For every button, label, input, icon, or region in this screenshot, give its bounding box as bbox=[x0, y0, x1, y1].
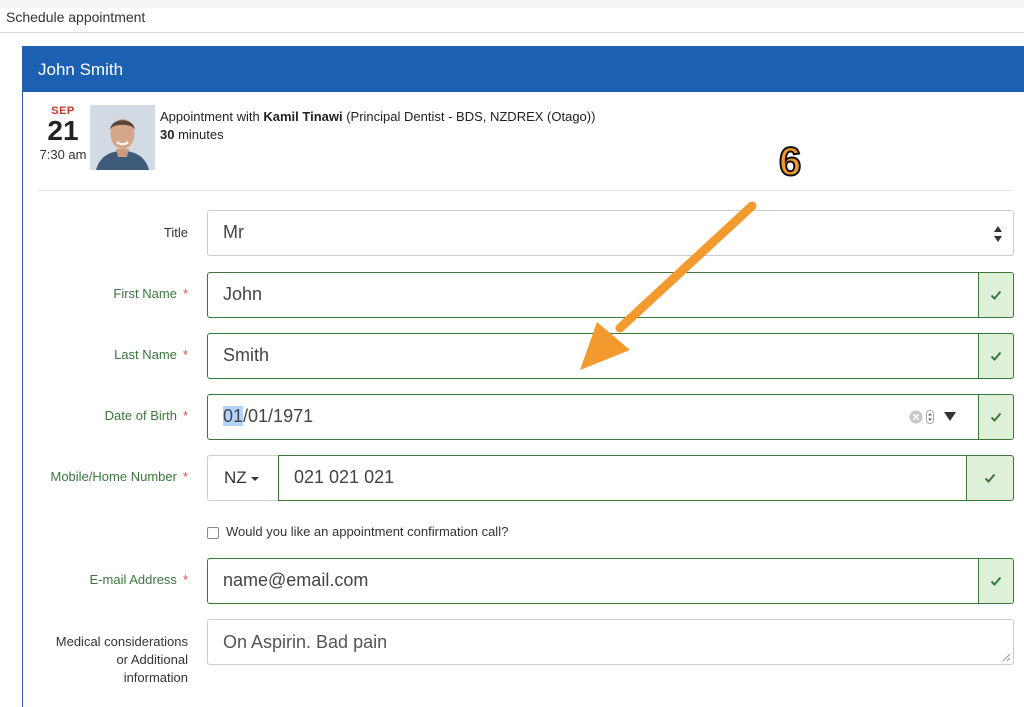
medical-value: On Aspirin. Bad pain bbox=[223, 632, 388, 652]
avatar-portrait-icon bbox=[90, 105, 155, 170]
confirmation-call-checkbox[interactable] bbox=[207, 527, 219, 539]
appointment-details: Appointment with Kamil Tinawi (Principal… bbox=[160, 108, 595, 144]
annotation-number: 6 bbox=[778, 139, 802, 185]
first-name-value: John bbox=[223, 284, 263, 304]
dob-valid bbox=[978, 394, 1014, 440]
country-code: NZ bbox=[224, 468, 247, 487]
date-time: 7:30 am bbox=[39, 147, 87, 162]
dentist-avatar bbox=[90, 105, 155, 170]
country-code-dropdown[interactable]: NZ bbox=[207, 455, 279, 501]
select-arrows-icon bbox=[994, 226, 1002, 242]
appointment-prefix: Appointment with bbox=[160, 109, 260, 124]
title-value: Mr bbox=[223, 222, 244, 242]
first-name-input[interactable]: John bbox=[207, 272, 979, 318]
email-label: E-mail Address * bbox=[89, 572, 188, 587]
dob-rest: /01/1971 bbox=[243, 406, 314, 426]
duration-value: 30 bbox=[160, 127, 175, 142]
dentist-name: Kamil Tinawi bbox=[263, 109, 343, 124]
title-label: Title bbox=[163, 225, 188, 240]
mobile-valid bbox=[966, 455, 1014, 501]
panel-title: John Smith bbox=[23, 47, 1024, 92]
last-name-value: Smith bbox=[223, 345, 270, 365]
duration-unit: minutes bbox=[178, 127, 224, 142]
resize-handle-icon[interactable] bbox=[1002, 653, 1011, 662]
medical-textarea[interactable]: On Aspirin. Bad pain bbox=[207, 619, 1014, 665]
clear-icon[interactable] bbox=[909, 410, 923, 424]
top-strip bbox=[0, 0, 1024, 8]
spinner-icon[interactable] bbox=[926, 410, 934, 424]
check-icon bbox=[990, 290, 1002, 300]
confirmation-call-label[interactable]: Would you like an appointment confirmati… bbox=[226, 524, 508, 539]
dob-day-segment[interactable]: 01 bbox=[223, 406, 244, 426]
check-icon bbox=[990, 351, 1002, 361]
divider bbox=[38, 190, 1013, 191]
title-select[interactable]: Mr bbox=[207, 210, 1014, 256]
email-valid bbox=[978, 558, 1014, 604]
last-name-label: Last Name * bbox=[114, 347, 188, 362]
email-input[interactable]: name@email.com bbox=[207, 558, 979, 604]
top-bar: Schedule appointment bbox=[0, 0, 1024, 33]
email-value: name@email.com bbox=[223, 570, 369, 590]
caret-down-icon bbox=[250, 476, 259, 481]
mobile-label: Mobile/Home Number * bbox=[50, 469, 189, 484]
dob-label: Date of Birth * bbox=[104, 408, 188, 423]
first-name-label: First Name * bbox=[113, 286, 188, 301]
dob-input[interactable]: 01/01/1971 bbox=[207, 394, 979, 440]
check-icon bbox=[990, 576, 1002, 586]
dropdown-triangle-icon[interactable] bbox=[943, 411, 957, 422]
mobile-value: 021 021 021 bbox=[294, 467, 395, 487]
appointment-date: SEP 21 7:30 am bbox=[35, 105, 91, 162]
last-name-valid bbox=[978, 333, 1014, 379]
first-name-valid bbox=[978, 272, 1014, 318]
medical-label: Medical considerations or Additional inf… bbox=[55, 634, 188, 685]
appointment-panel: John Smith SEP 21 7:30 am Appointment wi… bbox=[22, 46, 1024, 707]
date-day: 21 bbox=[47, 115, 79, 146]
check-icon bbox=[984, 473, 996, 483]
page-title: Schedule appointment bbox=[6, 9, 146, 25]
last-name-input[interactable]: Smith bbox=[207, 333, 979, 379]
check-icon bbox=[990, 412, 1002, 422]
mobile-input[interactable]: 021 021 021 bbox=[278, 455, 967, 501]
dentist-role: (Principal Dentist - BDS, NZDREX (Otago)… bbox=[346, 109, 596, 124]
